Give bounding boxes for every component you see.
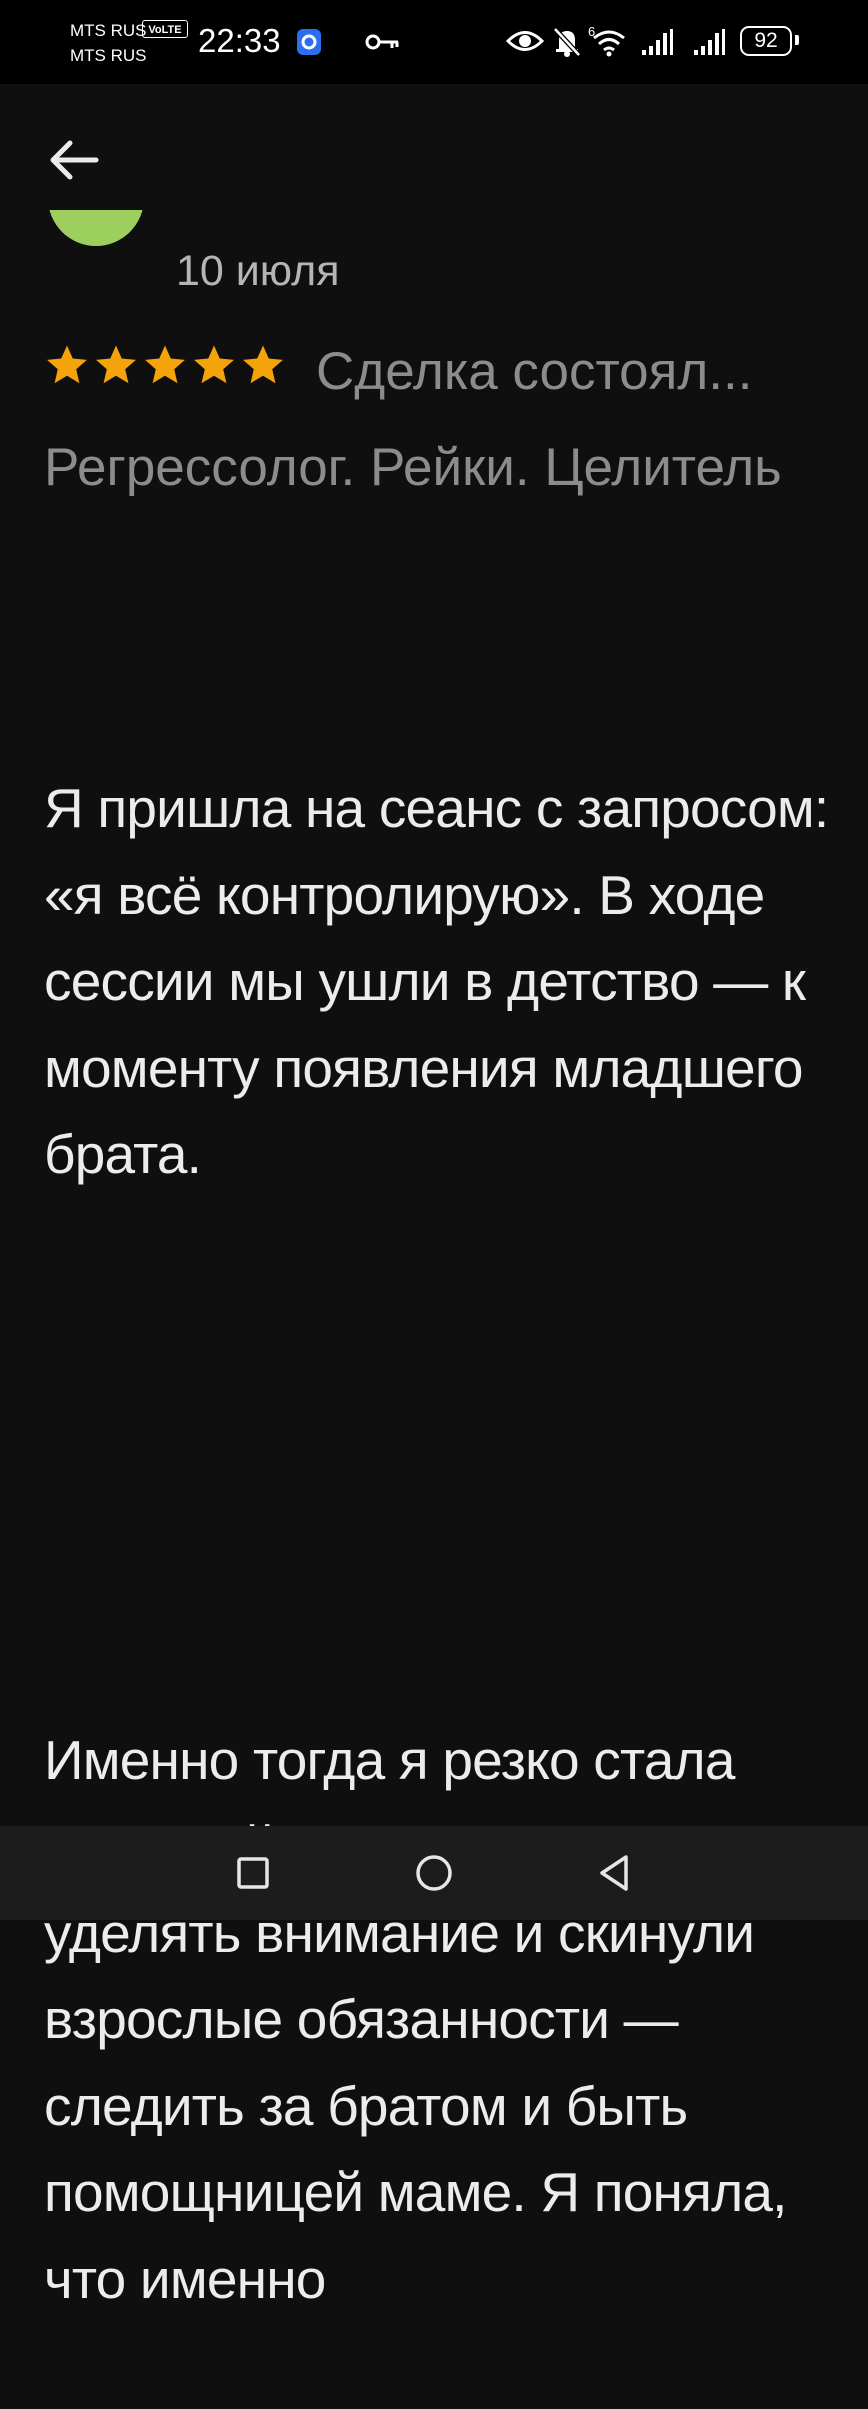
rating-stars	[44, 342, 286, 394]
service-category: Регрессолог. Рейки. Целитель	[44, 438, 782, 497]
carrier-2: MTS RUS	[70, 46, 147, 65]
review-text: Я пришла на сеанс с запросом: «я всё кон…	[44, 592, 844, 2409]
signal-icon	[642, 29, 673, 55]
status-time: 22:33	[198, 22, 281, 59]
back-button[interactable]	[44, 130, 104, 190]
review-paragraph: Я пришла на сеанс с запросом: «я всё кон…	[44, 777, 843, 1185]
bell-muted-icon	[553, 27, 581, 57]
wifi-icon: 6	[588, 24, 625, 57]
status-bar: MTS RUS MTS RUS VoLTE 22:33 6 92	[0, 0, 868, 84]
star-icon	[96, 345, 136, 384]
recent-apps-icon[interactable]	[226, 1846, 280, 1900]
key-icon	[365, 34, 399, 50]
review-paragraph: Именно тогда я резко стала взрослой: мне…	[44, 1728, 787, 2310]
battery-icon: 92	[740, 26, 792, 56]
star-icon	[194, 345, 234, 384]
star-icon	[243, 345, 283, 384]
review-date: 10 июля	[176, 247, 340, 295]
carrier-labels: MTS RUS MTS RUS	[70, 18, 147, 68]
battery-nub	[795, 35, 799, 45]
system-navigation-bar	[0, 1826, 868, 1920]
back-triangle-icon[interactable]	[588, 1846, 642, 1900]
star-icon	[145, 345, 185, 384]
app-notification-icon	[297, 29, 321, 55]
deal-status-title: Сделка состоял...	[316, 342, 753, 401]
signal-icon	[694, 29, 725, 55]
eye-icon	[506, 31, 544, 51]
star-icon	[47, 345, 87, 384]
home-icon[interactable]	[407, 1846, 461, 1900]
carrier-1: MTS RUS	[70, 21, 147, 40]
volte-badge: VoLTE	[142, 20, 188, 38]
avatar[interactable]	[48, 210, 144, 264]
avatar-image	[48, 210, 144, 246]
